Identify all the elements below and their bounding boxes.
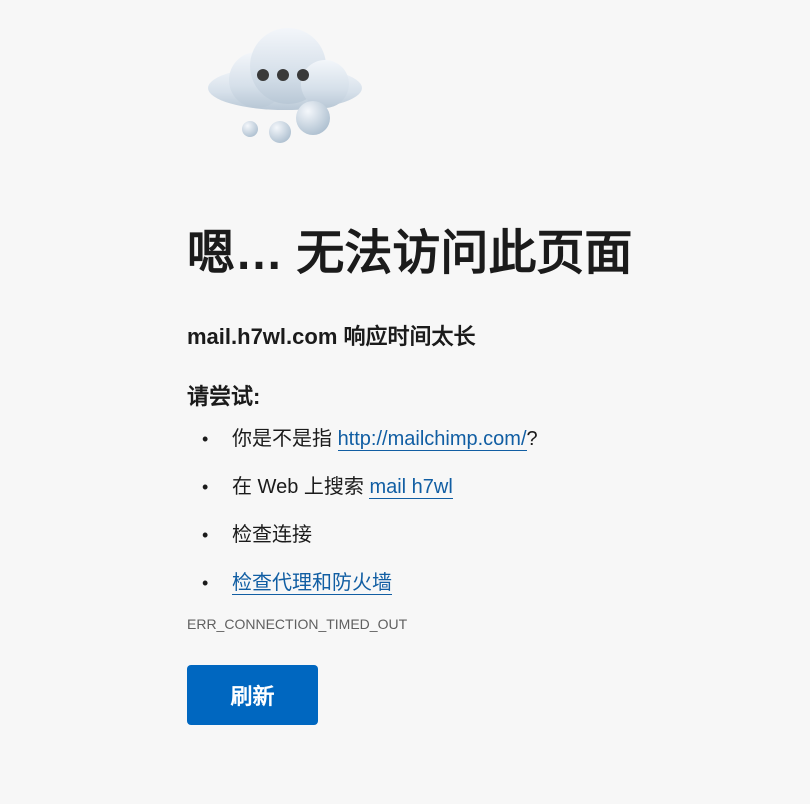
cloud-shape — [208, 28, 362, 110]
refresh-button[interactable]: 刷新 — [187, 665, 318, 725]
cloud-drop-medium — [269, 121, 291, 143]
bullet: • — [202, 525, 209, 545]
page-title: 嗯… 无法访问此页面 — [187, 227, 633, 280]
web-search-link[interactable]: mail h7wl — [369, 476, 453, 499]
suggestion-check-connection: • 检查连接 — [187, 520, 787, 568]
suggestion-check-proxy: • 检查代理和防火墙 — [187, 568, 787, 616]
proxy-firewall-link[interactable]: 检查代理和防火墙 — [232, 572, 392, 595]
suggestion-did-you-mean: • 你是不是指 http://mailchimp.com/? — [187, 424, 787, 472]
suggestion-suffix: ? — [526, 428, 538, 450]
cloud-thinking-icon — [208, 28, 362, 143]
try-label: 请尝试: — [187, 384, 261, 409]
suggestion-text: 在 Web 上搜索 — [232, 476, 370, 498]
suggestion-list: • 你是不是指 http://mailchimp.com/? • 在 Web 上… — [187, 424, 787, 616]
ellipsis-dots — [257, 69, 309, 81]
error-description: mail.h7wl.com 响应时间太长 — [187, 324, 476, 349]
bullet: • — [202, 429, 209, 449]
error-page: 嗯… 无法访问此页面 mail.h7wl.com 响应时间太长 请尝试: • 你… — [0, 0, 810, 804]
suggestion-text: 检查连接 — [232, 524, 312, 546]
suggestion-text: 你是不是指 — [232, 428, 338, 450]
bullet: • — [202, 573, 209, 593]
bullet: • — [202, 477, 209, 497]
suggestion-web-search: • 在 Web 上搜索 mail h7wl — [187, 472, 787, 520]
cloud-drop-large — [296, 101, 330, 135]
error-content: 嗯… 无法访问此页面 mail.h7wl.com 响应时间太长 请尝试: • 你… — [187, 222, 787, 725]
error-code: ERR_CONNECTION_TIMED_OUT — [187, 616, 408, 632]
cloud-drop-small — [242, 121, 258, 137]
mailchimp-link[interactable]: http://mailchimp.com/ — [337, 428, 527, 451]
